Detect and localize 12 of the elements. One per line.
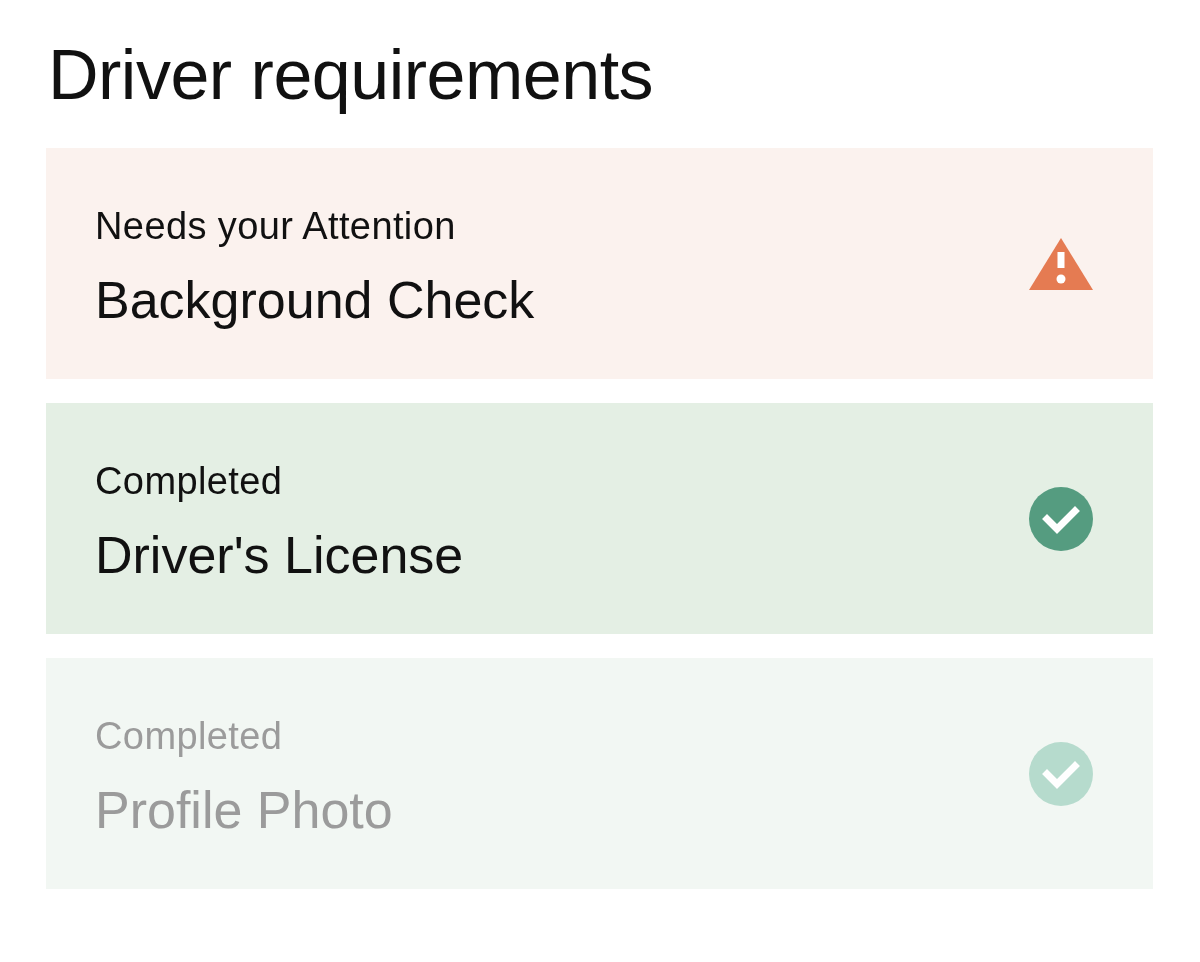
requirement-title: Background Check xyxy=(95,269,535,330)
check-circle-icon xyxy=(1029,486,1093,551)
status-label: Needs your Attention xyxy=(95,203,457,248)
requirement-title: Driver's License xyxy=(95,524,464,585)
requirement-card[interactable]: Needs your Attention Background Check xyxy=(46,148,1153,379)
warning-icon xyxy=(1029,237,1093,290)
requirement-card[interactable]: Completed Driver's License xyxy=(46,403,1153,634)
requirement-title: Profile Photo xyxy=(95,779,393,840)
status-label: Completed xyxy=(95,458,284,503)
status-label: Completed xyxy=(95,713,284,758)
page-title: Driver requirements xyxy=(48,35,655,116)
check-circle-icon xyxy=(1029,741,1093,806)
